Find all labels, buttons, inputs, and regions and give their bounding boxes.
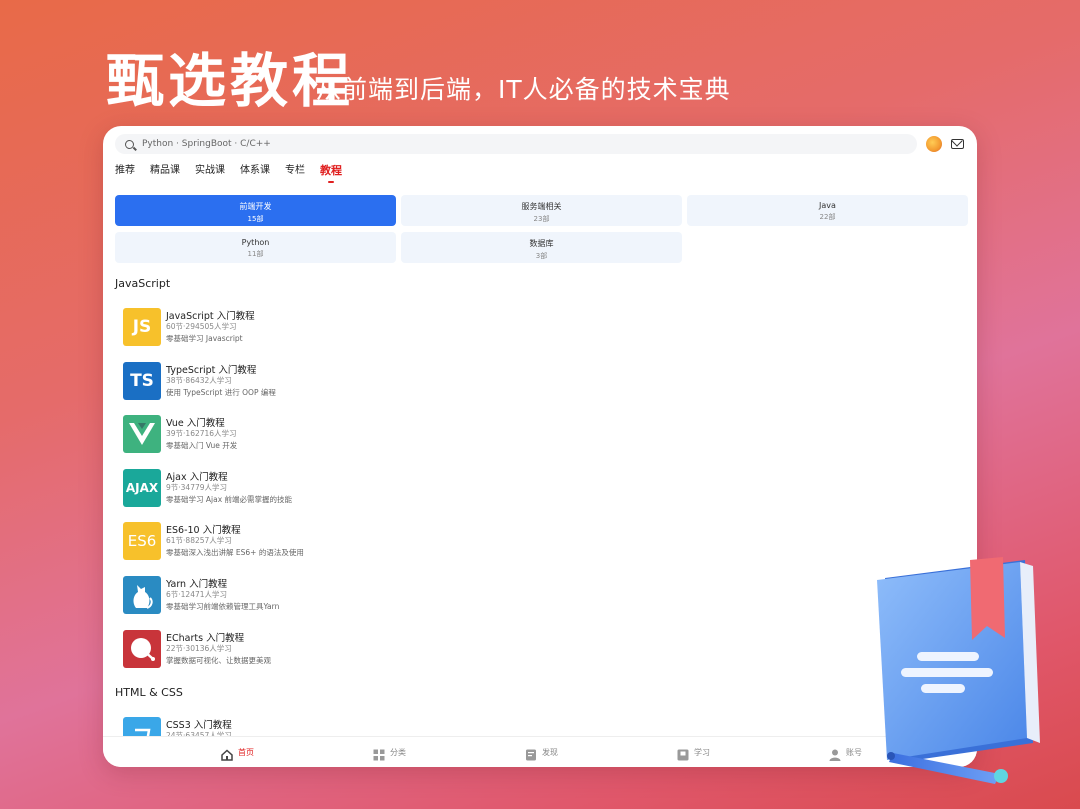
- course-meta: 38节·86432人学习: [166, 376, 232, 385]
- nav-study[interactable]: 学习: [677, 745, 710, 761]
- course-title: ECharts 入门教程: [166, 633, 245, 644]
- home-icon: [221, 746, 233, 761]
- course-desc: 零基础深入浅出讲解 ES6+ 的语法及使用: [166, 548, 304, 557]
- tab-practical[interactable]: 实战课: [195, 164, 225, 186]
- user-icon: [829, 746, 841, 761]
- tab-premium[interactable]: 精品课: [150, 164, 180, 186]
- search-icon: [125, 139, 134, 149]
- category-python[interactable]: Python 11部: [115, 232, 396, 263]
- tab-tutorial[interactable]: 教程: [320, 164, 342, 186]
- section-title-javascript: JavaScript: [115, 277, 171, 290]
- grid-icon: [373, 746, 385, 761]
- course-meta: 9节·34779人学习: [166, 483, 228, 492]
- course-title: JavaScript 入门教程: [166, 311, 255, 322]
- nav-home[interactable]: 首页: [221, 745, 254, 761]
- avatar[interactable]: [926, 136, 942, 152]
- tab-column[interactable]: 专栏: [285, 164, 305, 186]
- nav-account[interactable]: 账号: [829, 745, 862, 761]
- course-desc: 零基础学习 Ajax 前端必需掌握的技能: [166, 495, 293, 504]
- course-meta: 61节·88257人学习: [166, 536, 232, 545]
- echarts-logo-icon: [123, 630, 161, 668]
- course-desc: 零基础学习 Javascript: [166, 334, 243, 343]
- nav-label: 首页: [238, 747, 254, 757]
- category-count: 15部: [247, 215, 264, 223]
- bottom-nav: 首页 分类 发现 学习 账号: [103, 736, 977, 767]
- course-desc: 零基础学习前端依赖管理工具Yarn: [166, 602, 280, 611]
- course-meta: 60节·294505人学习: [166, 322, 237, 331]
- tab-bar: 推荐 精品课 实战课 体系课 专栏 教程: [115, 164, 357, 186]
- book-illustration: [877, 557, 1040, 784]
- tab-system[interactable]: 体系课: [240, 164, 270, 186]
- category-frontend[interactable]: 前端开发 15部: [115, 195, 396, 226]
- course-meta: 39节·162716人学习: [166, 429, 237, 438]
- course-item[interactable]: Yarn 入门教程 6节·12471人学习 零基础学习前端依赖管理工具Yarn: [123, 576, 523, 616]
- nav-discover[interactable]: 发现: [525, 745, 558, 761]
- course-desc: 使用 TypeScript 进行 OOP 编程: [166, 388, 276, 397]
- search-input[interactable]: Python · SpringBoot · C/C++: [115, 134, 917, 154]
- section-title-html-css: HTML & CSS: [115, 686, 183, 699]
- category-name: 数据库: [529, 239, 554, 248]
- course-item[interactable]: ECharts 入门教程 22节·30136人学习 掌握数据可视化、让数据更美观: [123, 630, 523, 670]
- category-server[interactable]: 服务端相关 23部: [401, 195, 682, 226]
- course-item[interactable]: ES6 ES6-10 入门教程 61节·88257人学习 零基础深入浅出讲解 E…: [123, 522, 523, 562]
- ajax-logo-icon: AJAX: [123, 469, 161, 507]
- nav-category[interactable]: 分类: [373, 745, 406, 761]
- top-bar: Python · SpringBoot · C/C++: [103, 126, 977, 162]
- category-count: 23部: [533, 215, 550, 223]
- nav-label: 账号: [846, 747, 862, 757]
- course-item[interactable]: Vue 入门教程 39节·162716人学习 零基础入门 Vue 开发: [123, 415, 523, 455]
- course-item[interactable]: JS JavaScript 入门教程 60节·294505人学习 零基础学习 J…: [123, 308, 523, 348]
- category-count: 11部: [247, 250, 264, 258]
- course-title: Vue 入门教程: [166, 418, 225, 429]
- discover-icon: [525, 746, 537, 761]
- search-placeholder: Python · SpringBoot · C/C++: [142, 139, 271, 149]
- category-database[interactable]: 数据库 3部: [401, 232, 682, 263]
- category-name: 前端开发: [239, 202, 272, 211]
- category-name: Python: [241, 238, 270, 247]
- vue-logo-icon: [123, 415, 161, 453]
- course-item[interactable]: TS TypeScript 入门教程 38节·86432人学习 使用 TypeS…: [123, 362, 523, 402]
- category-name: 服务端相关: [521, 202, 562, 211]
- app-window: Python · SpringBoot · C/C++ 推荐 精品课 实战课 体…: [103, 126, 977, 767]
- course-item[interactable]: AJAX Ajax 入门教程 9节·34779人学习 零基础学习 Ajax 前端…: [123, 469, 523, 509]
- course-title: CSS3 入门教程: [166, 720, 232, 731]
- course-title: Ajax 入门教程: [166, 472, 228, 483]
- category-java[interactable]: Java 22部: [687, 195, 968, 226]
- nav-label: 学习: [694, 747, 710, 757]
- category-count: 3部: [535, 252, 548, 260]
- tab-recommend[interactable]: 推荐: [115, 164, 135, 186]
- course-desc: 掌握数据可视化、让数据更美观: [166, 656, 271, 665]
- course-title: ES6-10 入门教程: [166, 525, 241, 536]
- study-icon: [677, 746, 689, 761]
- course-meta: 22节·30136人学习: [166, 644, 232, 653]
- js-logo-icon: JS: [123, 308, 161, 346]
- ts-logo-icon: TS: [123, 362, 161, 400]
- promo-subtitle: 从前端到后端，IT人必备的技术宝典: [316, 75, 731, 104]
- course-title: Yarn 入门教程: [166, 579, 228, 590]
- category-count: 22部: [819, 213, 836, 221]
- yarn-cat-icon: [123, 576, 161, 614]
- es6-logo-icon: ES6: [123, 522, 161, 560]
- mail-icon[interactable]: [951, 139, 964, 149]
- nav-label: 发现: [542, 747, 558, 757]
- nav-label: 分类: [390, 747, 406, 757]
- course-desc: 零基础入门 Vue 开发: [166, 441, 238, 450]
- course-meta: 6节·12471人学习: [166, 590, 228, 599]
- category-name: Java: [819, 201, 836, 210]
- course-title: TypeScript 入门教程: [166, 365, 257, 376]
